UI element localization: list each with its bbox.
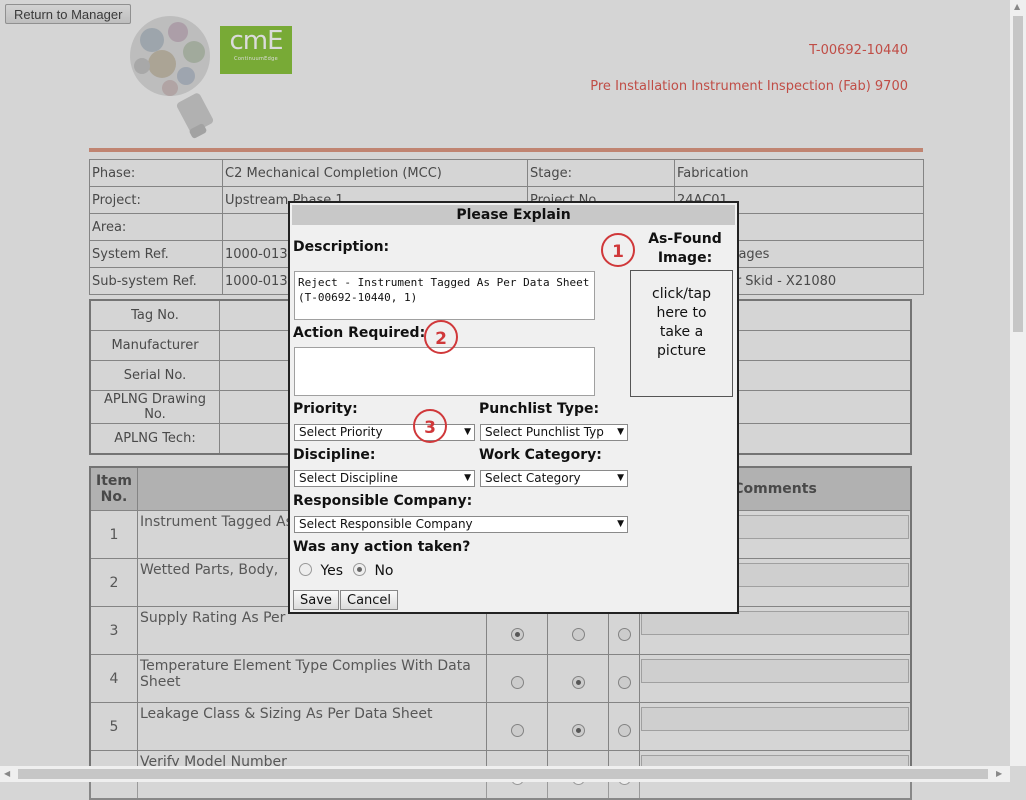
action-taken-label: Was any action taken?: [293, 539, 471, 555]
description-label: Description:: [293, 239, 390, 255]
scroll-right-icon[interactable]: ▶: [996, 769, 1002, 778]
callout-3-marker: 3: [413, 409, 447, 443]
no-radio-label: No: [374, 563, 394, 579]
responsible-company-select[interactable]: Select Responsible Company ▼: [294, 516, 628, 533]
chevron-down-icon: ▼: [617, 473, 624, 483]
save-button[interactable]: Save: [293, 590, 339, 610]
work-category-select[interactable]: Select Category ▼: [480, 470, 628, 487]
chevron-down-icon: ▼: [617, 427, 624, 437]
priority-select[interactable]: Select Priority ▼: [294, 424, 475, 441]
discipline-label: Discipline:: [293, 447, 376, 463]
discipline-select-value: Select Discipline: [299, 471, 398, 485]
yes-radio[interactable]: [299, 563, 312, 576]
action-taken-yes-option[interactable]: Yes: [299, 562, 343, 579]
priority-select-value: Select Priority: [299, 425, 383, 439]
priority-label: Priority:: [293, 401, 358, 417]
responsible-company-select-value: Select Responsible Company: [299, 517, 473, 531]
chevron-down-icon: ▼: [464, 427, 471, 437]
punchlist-type-select[interactable]: Select Punchlist Typ ▼: [480, 424, 628, 441]
punchlist-type-select-value: Select Punchlist Typ: [485, 425, 604, 439]
please-explain-dialog: Please Explain Description: Reject - Ins…: [288, 201, 739, 614]
work-category-label: Work Category:: [479, 447, 602, 463]
take-picture-hint: click/tap here to take a picture: [652, 286, 711, 359]
horizontal-scroll-thumb[interactable]: [18, 769, 988, 779]
as-found-image-label: As-Found Image:: [648, 231, 722, 266]
no-radio[interactable]: [353, 563, 366, 576]
horizontal-scrollbar[interactable]: ◀ ▶: [0, 766, 1010, 782]
punchlist-type-label: Punchlist Type:: [479, 401, 600, 417]
callout-1-marker: 1: [601, 233, 635, 267]
chevron-down-icon: ▼: [464, 473, 471, 483]
responsible-company-label: Responsible Company:: [293, 493, 473, 509]
yes-radio-label: Yes: [320, 563, 344, 579]
chevron-down-icon: ▼: [617, 519, 624, 529]
take-picture-button[interactable]: click/tap here to take a picture: [630, 270, 733, 397]
scroll-up-icon[interactable]: ▲: [1014, 2, 1020, 11]
scroll-left-icon[interactable]: ◀: [4, 769, 10, 778]
work-category-select-value: Select Category: [485, 471, 581, 485]
dialog-title: Please Explain: [292, 205, 735, 225]
action-required-textarea[interactable]: [294, 347, 595, 396]
callout-2-marker: 2: [424, 320, 458, 354]
cancel-button[interactable]: Cancel: [340, 590, 399, 610]
action-taken-no-option[interactable]: No: [353, 562, 394, 579]
discipline-select[interactable]: Select Discipline ▼: [294, 470, 475, 487]
action-required-label: Action Required:: [293, 325, 426, 341]
vertical-scrollbar[interactable]: ▲: [1010, 0, 1026, 766]
description-textarea[interactable]: Reject - Instrument Tagged As Per Data S…: [294, 271, 595, 320]
vertical-scroll-thumb[interactable]: [1013, 16, 1023, 332]
